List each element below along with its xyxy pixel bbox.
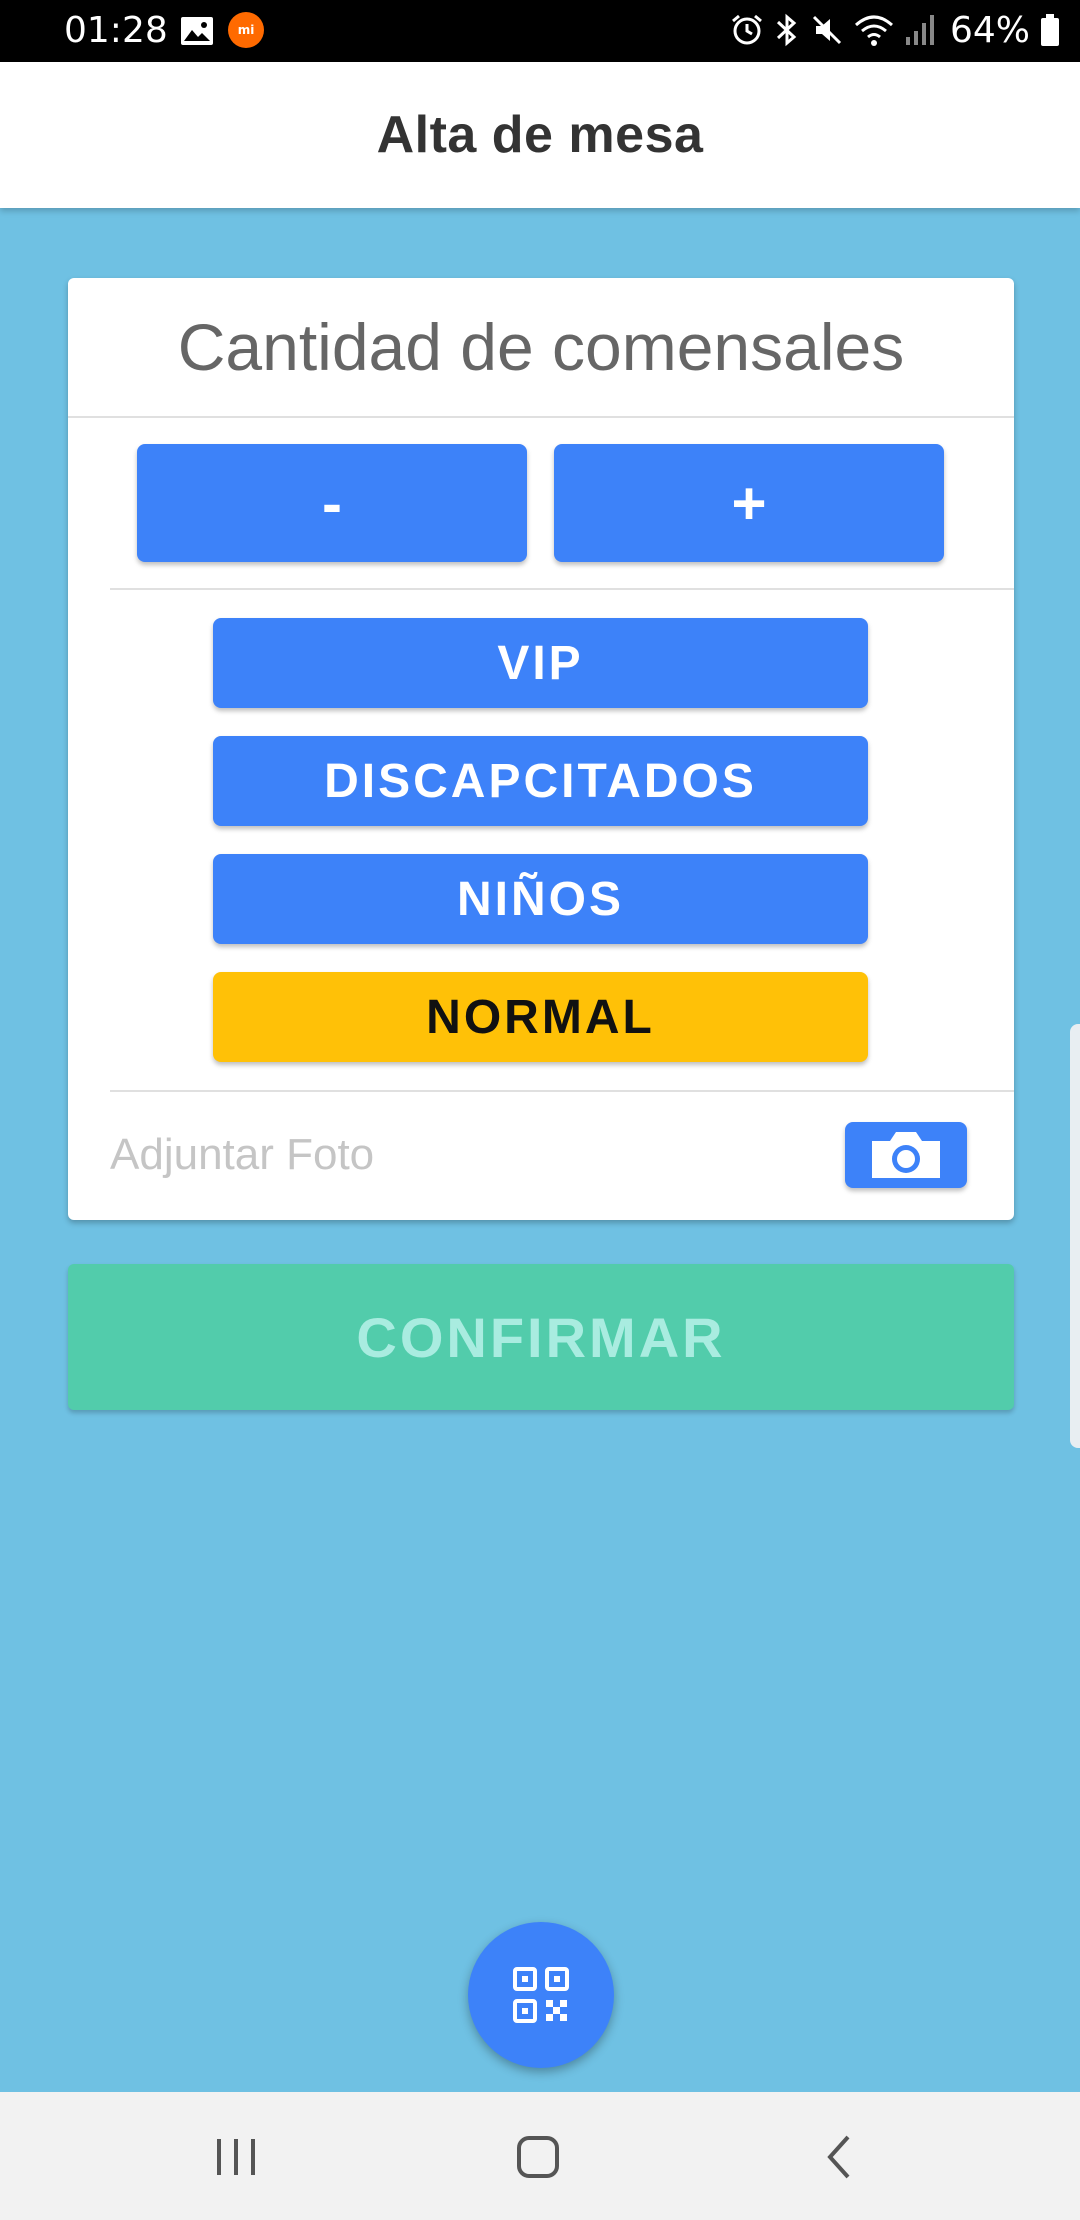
home-icon bbox=[517, 2136, 559, 2178]
qr-scan-fab[interactable] bbox=[468, 1922, 614, 2068]
type-normal-button[interactable]: NORMAL bbox=[213, 972, 868, 1062]
divider bbox=[110, 588, 1014, 590]
counter-row: - + bbox=[68, 444, 1014, 562]
system-nav-bar bbox=[0, 2092, 1080, 2220]
decrement-button[interactable]: - bbox=[137, 444, 527, 562]
type-discapacitados-button[interactable]: DISCAPCITADOS bbox=[213, 736, 868, 826]
comensales-card: Cantidad de comensales - + VIP DISCAPCIT… bbox=[68, 278, 1014, 1220]
card-heading: Cantidad de comensales bbox=[177, 310, 905, 384]
battery-percent: 64% bbox=[949, 9, 1030, 51]
battery-icon bbox=[1041, 14, 1059, 46]
signal-icon bbox=[905, 15, 934, 45]
gallery-icon bbox=[180, 16, 214, 46]
page-title: Alta de mesa bbox=[376, 106, 704, 164]
mute-icon bbox=[812, 15, 842, 45]
recents-button[interactable] bbox=[196, 2122, 276, 2192]
type-vip-button[interactable]: VIP bbox=[213, 618, 868, 708]
bluetooth-icon bbox=[776, 13, 797, 47]
increment-button[interactable]: + bbox=[554, 444, 944, 562]
status-time: 01:28 bbox=[64, 10, 168, 51]
wifi-icon bbox=[854, 15, 893, 46]
confirm-button[interactable]: CONFIRMAR bbox=[68, 1264, 1014, 1410]
qr-code-icon bbox=[513, 1967, 569, 2023]
card-header: Cantidad de comensales bbox=[68, 278, 1014, 418]
back-button[interactable] bbox=[800, 2122, 880, 2192]
back-icon bbox=[827, 2135, 850, 2179]
status-icons: 64% bbox=[730, 8, 1060, 52]
camera-icon bbox=[872, 1132, 940, 1178]
alarm-icon bbox=[732, 14, 762, 45]
home-button[interactable] bbox=[498, 2122, 578, 2192]
camera-button[interactable] bbox=[845, 1122, 967, 1188]
type-ninos-button[interactable]: NIÑOS bbox=[213, 854, 868, 944]
app-bar: Alta de mesa bbox=[0, 62, 1080, 208]
mi-app-icon: mi bbox=[228, 12, 264, 48]
status-bar: 01:28 mi 64% bbox=[0, 0, 1080, 62]
attach-photo-label: Adjuntar Foto bbox=[110, 1130, 375, 1179]
edge-panel-handle[interactable] bbox=[1070, 1024, 1080, 1448]
recents-icon bbox=[217, 2139, 255, 2175]
